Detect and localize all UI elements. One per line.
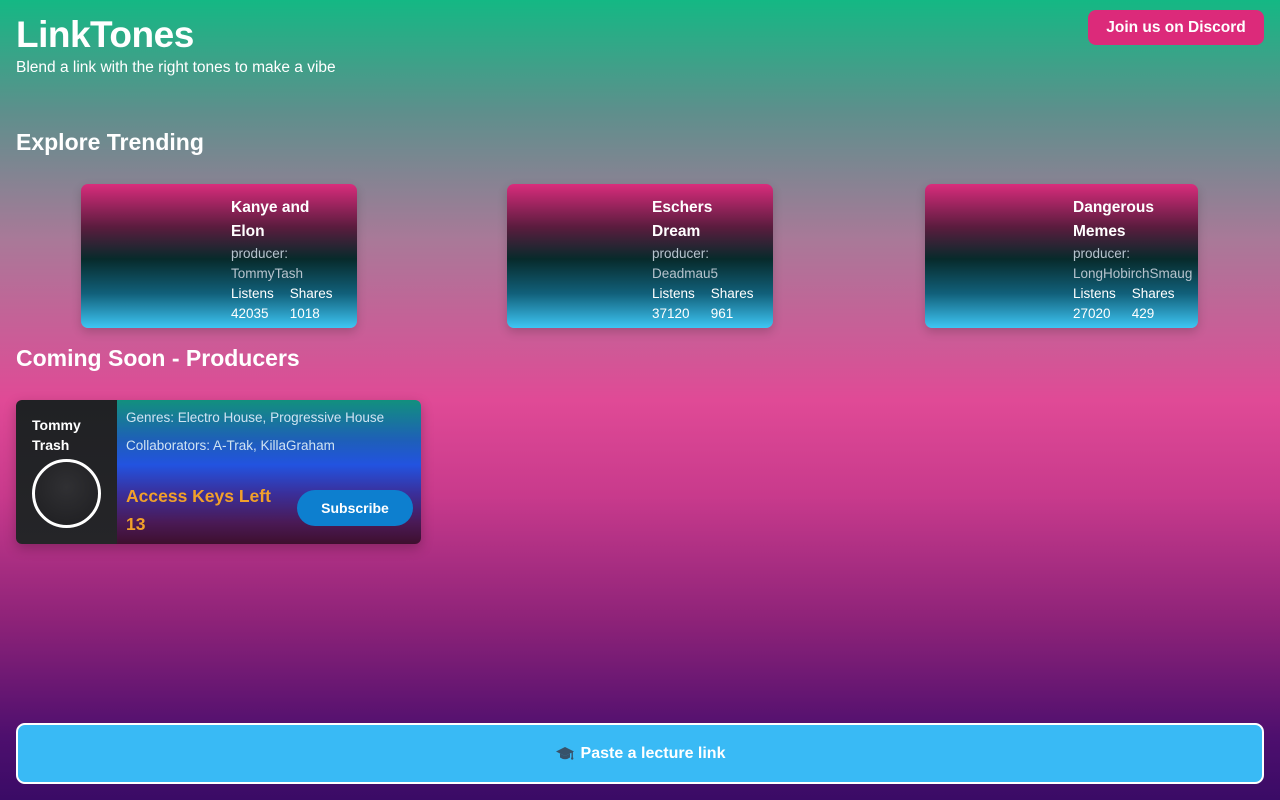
shares-value: 961: [710, 306, 734, 321]
listens-stat: Listens 27020: [1073, 284, 1116, 324]
trending-card-producer-label: producer:: [1073, 246, 1131, 261]
paste-lecture-link-button[interactable]: Paste a lecture link: [16, 723, 1264, 784]
shares-label: Shares: [710, 286, 754, 301]
avatar: [32, 459, 101, 528]
listens-label: Listens: [652, 286, 695, 301]
listens-stat: Listens 37120: [652, 284, 695, 324]
trending-card-info: Kanye and Elon producer: TommyTash Liste…: [231, 196, 357, 324]
trending-card-producer-label: producer:: [652, 246, 710, 261]
producer-card-details: Genres: Electro House, Progressive House…: [117, 400, 421, 544]
trending-card-producer-label: producer:: [231, 246, 289, 261]
listens-value: 42035: [231, 306, 269, 321]
access-keys-count: 13: [126, 514, 146, 534]
trending-card-title: Kanye and Elon: [231, 199, 310, 240]
trending-card-info: Eschers Dream producer: Deadmau5 Listens…: [652, 196, 773, 324]
shares-value: 429: [1131, 306, 1155, 321]
shares-stat: Shares 429: [1132, 284, 1175, 324]
shares-label: Shares: [289, 286, 333, 301]
listens-value: 37120: [652, 306, 690, 321]
trending-card[interactable]: Dangerous Memes producer: LongHobirchSma…: [925, 184, 1198, 328]
trending-card-stats: Listens 37120 Shares 961: [652, 284, 773, 324]
shares-value: 1018: [289, 306, 320, 321]
producer-collaborators: Collaborators: A-Trak, KillaGraham: [126, 438, 335, 453]
listens-label: Listens: [1073, 286, 1116, 301]
app-title: LinkTones: [16, 14, 194, 55]
trending-card-title: Dangerous Memes: [1073, 199, 1154, 240]
access-keys-label: Access Keys Left: [126, 486, 271, 506]
producer-card-left: Tommy Trash: [16, 400, 117, 544]
paste-lecture-link-label: Paste a lecture link: [580, 744, 726, 762]
trending-card-producer: TommyTash: [231, 266, 304, 281]
shares-stat: Shares 961: [711, 284, 754, 324]
trending-card[interactable]: Kanye and Elon producer: TommyTash Liste…: [81, 184, 357, 328]
producer-genres: Genres: Electro House, Progressive House: [126, 410, 385, 425]
producers-section-title: Coming Soon - Producers: [16, 345, 300, 371]
shares-stat: Shares 1018: [290, 284, 333, 324]
trending-card-producer: Deadmau5: [652, 266, 719, 281]
trending-card-producer: LongHobirchSmaug: [1073, 266, 1193, 281]
listens-stat: Listens 42035: [231, 284, 274, 324]
trending-card-info: Dangerous Memes producer: LongHobirchSma…: [1073, 196, 1198, 324]
app-subtitle: Blend a link with the right tones to mak…: [16, 59, 336, 76]
trending-card-stats: Listens 27020 Shares 429: [1073, 284, 1198, 324]
trending-section-title: Explore Trending: [16, 129, 204, 155]
graduation-cap-icon: [555, 744, 575, 764]
discord-button[interactable]: Join us on Discord: [1088, 10, 1264, 45]
trending-card-title: Eschers Dream: [652, 199, 713, 240]
listens-label: Listens: [231, 286, 274, 301]
trending-card[interactable]: Eschers Dream producer: Deadmau5 Listens…: [507, 184, 773, 328]
listens-value: 27020: [1073, 306, 1111, 321]
producer-name: Tommy Trash: [32, 417, 81, 453]
producer-card[interactable]: Tommy Trash Genres: Electro House, Progr…: [16, 400, 421, 544]
trending-card-stats: Listens 42035 Shares 1018: [231, 284, 357, 324]
shares-label: Shares: [1131, 286, 1175, 301]
access-keys: Access Keys Left 13: [126, 482, 296, 538]
subscribe-button[interactable]: Subscribe: [297, 490, 413, 526]
